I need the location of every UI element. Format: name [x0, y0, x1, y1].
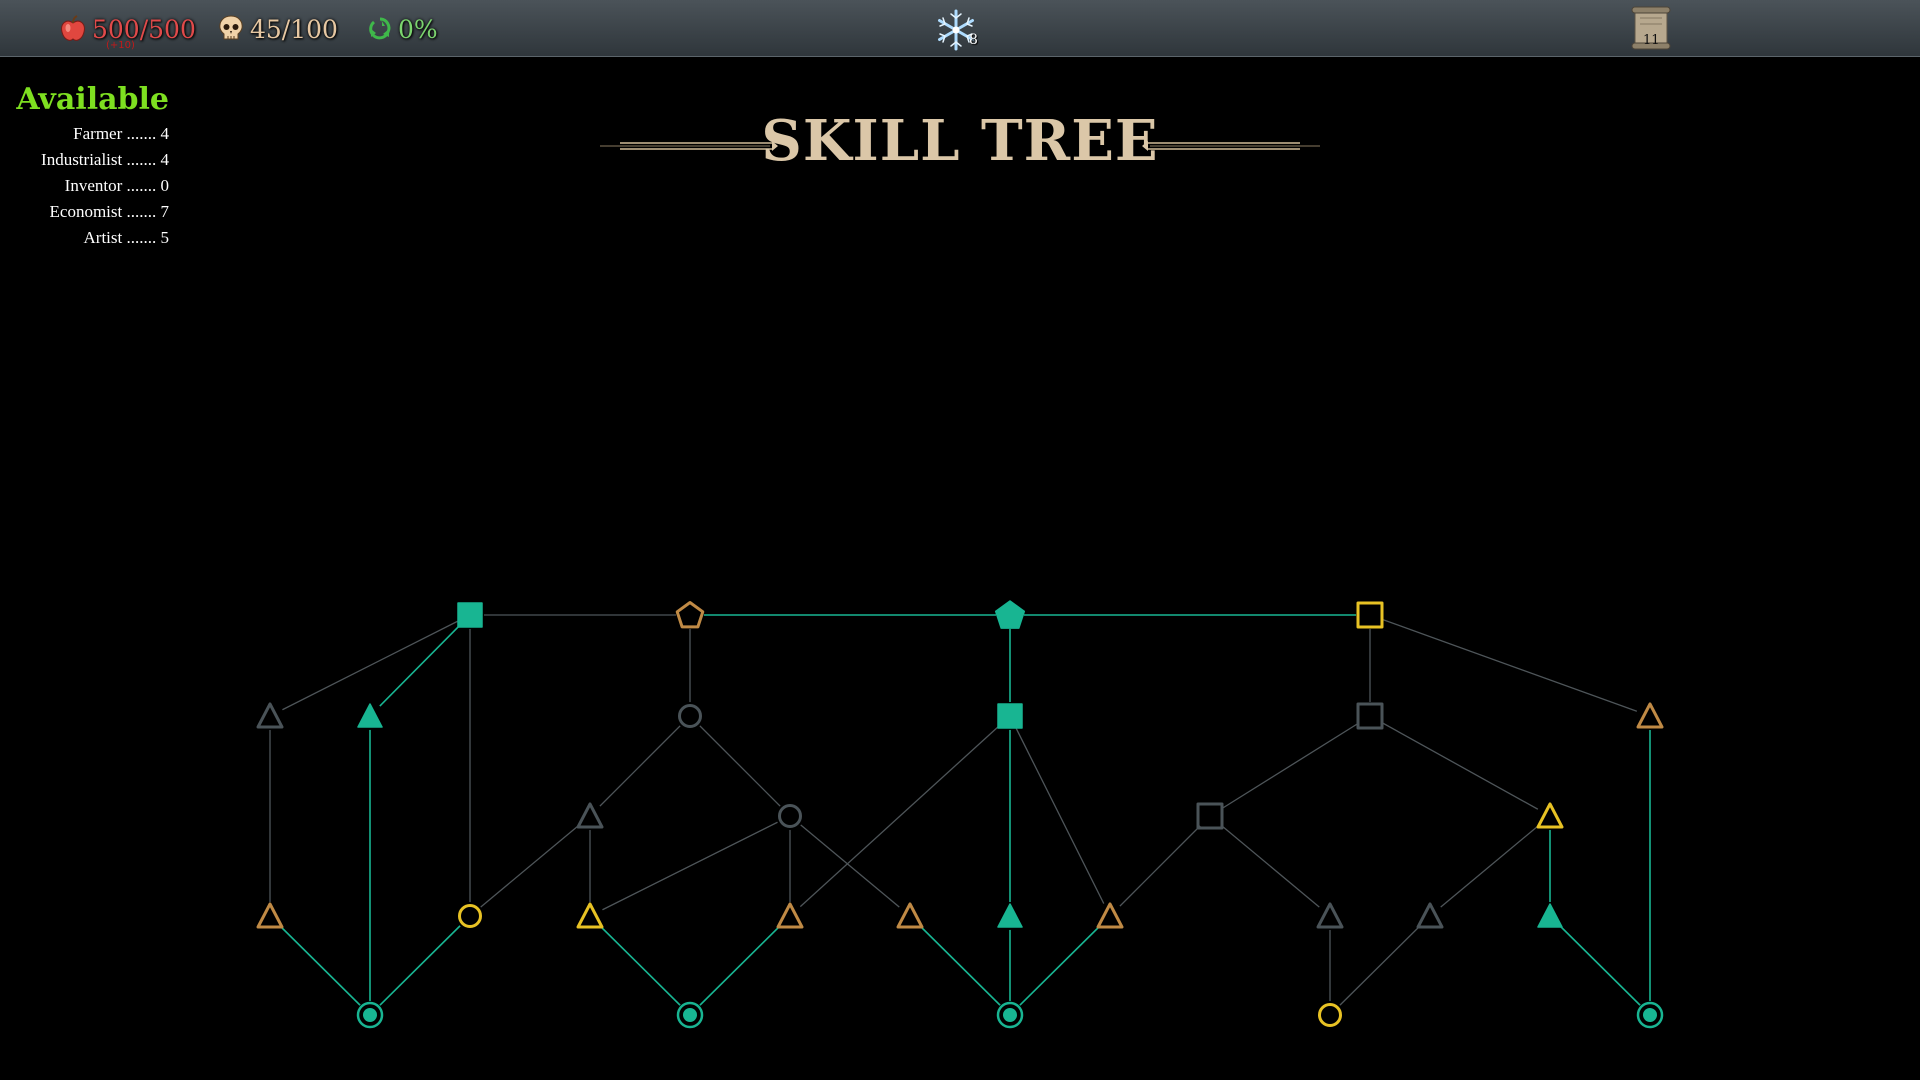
- skill-edge: [689, 715, 791, 817]
- skill-node-triangle-r3f[interactable]: [996, 902, 1024, 930]
- skill-node-square-r0d[interactable]: [1356, 601, 1384, 629]
- skill-node-square-r1e[interactable]: [1356, 702, 1384, 730]
- skill-node-triangle-r3g[interactable]: [1096, 902, 1124, 930]
- skill-node-triangle-r3i[interactable]: [1416, 902, 1444, 930]
- skill-edge: [689, 915, 791, 1016]
- skill-edge: [589, 715, 691, 817]
- skill-edge: [1549, 915, 1651, 1016]
- skill-node-triangle-r1a[interactable]: [256, 702, 284, 730]
- skill-node-ring-r4c[interactable]: [996, 1001, 1024, 1029]
- skill-edge: [1329, 915, 1431, 1016]
- skill-edge: [789, 715, 1011, 917]
- skill-node-triangle-r3j[interactable]: [1536, 902, 1564, 930]
- skill-node-square-r0a[interactable]: [456, 601, 484, 629]
- skill-node-triangle-r1f[interactable]: [1636, 702, 1664, 730]
- skill-node-triangle-r3e[interactable]: [896, 902, 924, 930]
- skill-edge: [369, 614, 471, 717]
- skill-edge: [469, 815, 591, 917]
- skill-edge: [1369, 715, 1551, 817]
- skill-edge: [1109, 815, 1211, 917]
- skill-node-ring-r4b[interactable]: [676, 1001, 704, 1029]
- skill-edge: [589, 815, 791, 917]
- skill-node-circle-r3b[interactable]: [456, 902, 484, 930]
- skill-edge: [269, 915, 371, 1016]
- skill-node-square-r2c[interactable]: [1196, 802, 1224, 830]
- skill-edge: [1009, 915, 1111, 1016]
- skill-node-circle-r4d[interactable]: [1316, 1001, 1344, 1029]
- skill-node-triangle-r3c[interactable]: [576, 902, 604, 930]
- skill-edge: [1369, 614, 1651, 717]
- skill-edge: [589, 915, 691, 1016]
- skill-node-triangle-r3a[interactable]: [256, 902, 284, 930]
- skill-node-ring-r4e[interactable]: [1636, 1001, 1664, 1029]
- skill-edge: [1209, 715, 1371, 817]
- skill-edge: [909, 915, 1011, 1016]
- skill-edge: [1429, 815, 1551, 917]
- skill-node-triangle-r2a[interactable]: [576, 802, 604, 830]
- skill-edge: [269, 614, 471, 717]
- skill-node-pentagon-r0c[interactable]: [994, 600, 1026, 629]
- skill-node-triangle-r1b[interactable]: [356, 702, 384, 730]
- skill-tree-edges: [269, 614, 1651, 1016]
- skill-edge: [1209, 815, 1331, 917]
- skill-node-pentagon-r0b[interactable]: [675, 601, 705, 629]
- skill-node-circle-r2b[interactable]: [776, 802, 804, 830]
- skill-node-triangle-r3h[interactable]: [1316, 902, 1344, 930]
- skill-edge: [1009, 715, 1111, 917]
- skill-node-circle-r1c[interactable]: [676, 702, 704, 730]
- skill-node-ring-r4a[interactable]: [356, 1001, 384, 1029]
- skill-node-triangle-r2d[interactable]: [1536, 802, 1564, 830]
- skill-edge: [369, 915, 471, 1016]
- skill-node-square-r1d[interactable]: [996, 702, 1024, 730]
- skill-tree-graph: [256, 600, 1664, 1029]
- skill-edge: [789, 815, 911, 917]
- skill-node-triangle-r3d[interactable]: [776, 902, 804, 930]
